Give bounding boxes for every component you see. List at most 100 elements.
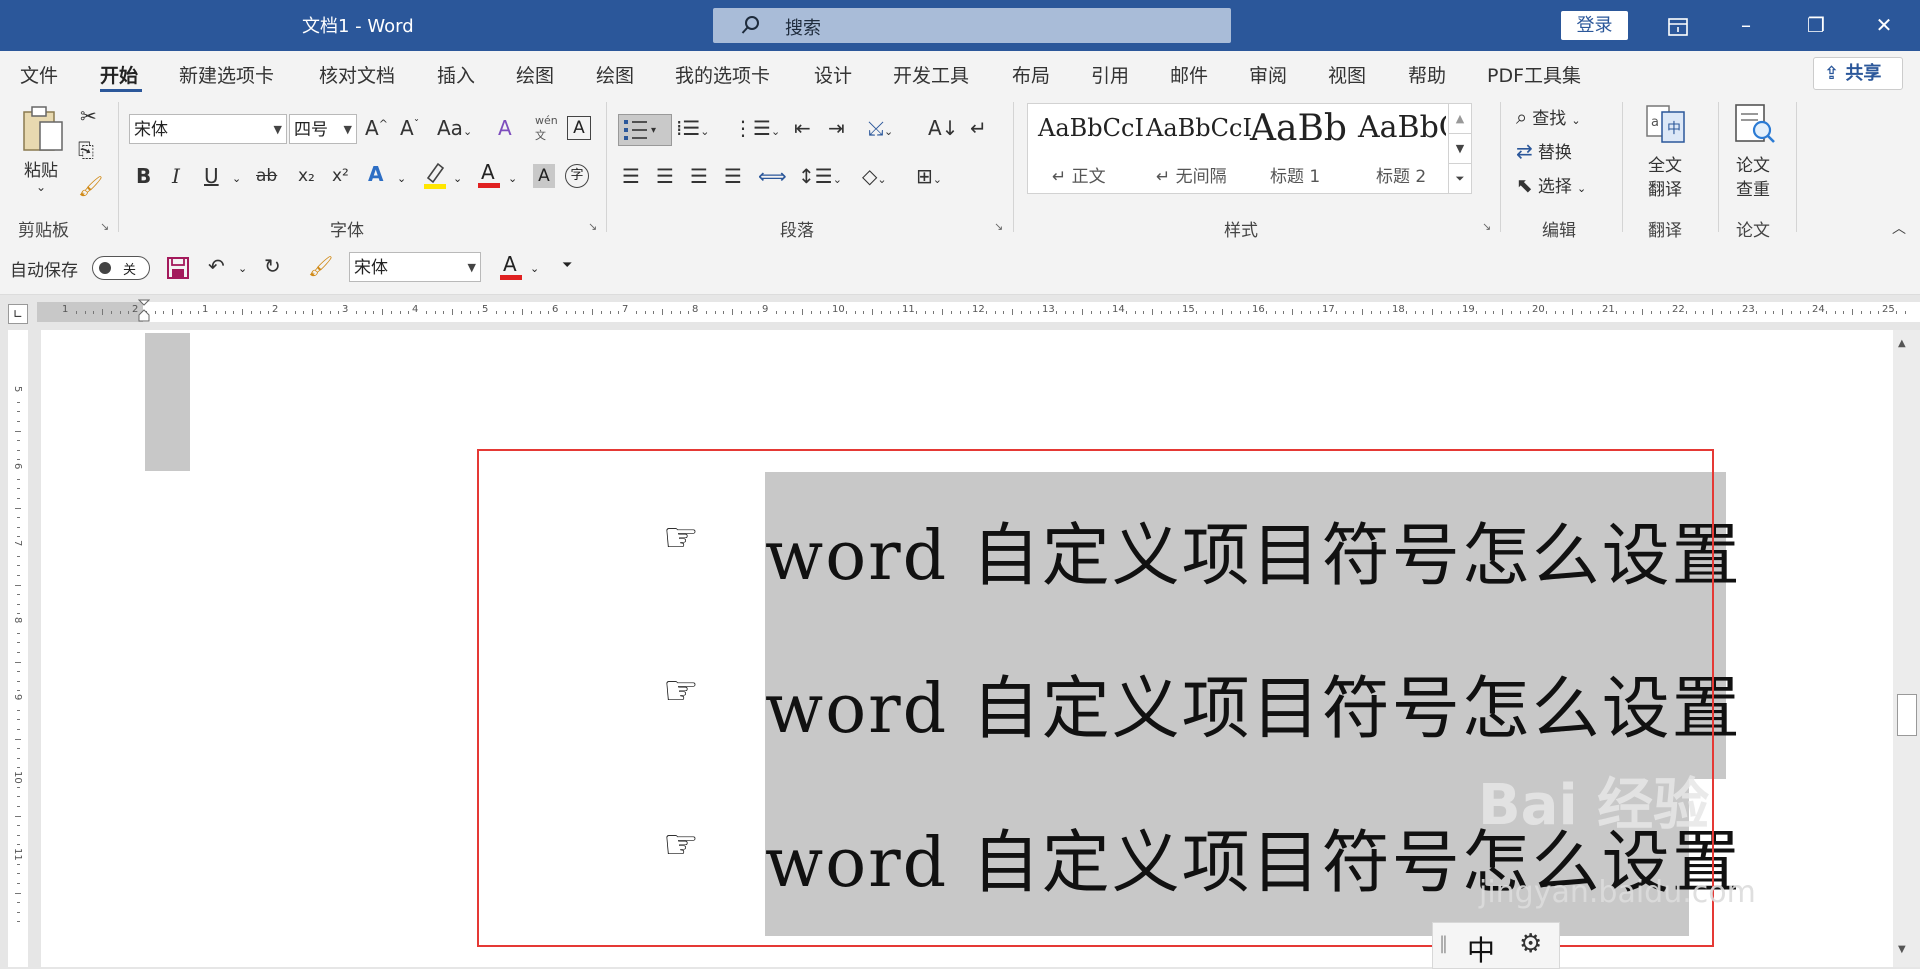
distributed-icon[interactable]: ⟺: [758, 164, 787, 188]
style-no-spacing[interactable]: AaBbCcI ↵ 无间隔: [1136, 104, 1252, 193]
search-box[interactable]: 搜索: [713, 8, 1231, 43]
character-shading-icon[interactable]: A: [533, 164, 555, 188]
style-normal[interactable]: AaBbCcI ↵ 正文: [1028, 104, 1144, 193]
qat-font-combo[interactable]: 宋体 ▼: [349, 252, 481, 282]
line-spacing-icon[interactable]: ↕☰⌄: [798, 164, 842, 188]
scroll-up-icon[interactable]: ▲: [1898, 338, 1906, 349]
save-icon[interactable]: [166, 256, 190, 280]
justify-icon[interactable]: ☰: [724, 164, 742, 188]
highlight-icon[interactable]: [422, 160, 448, 190]
style-heading-2[interactable]: AaBbC 标题 2: [1352, 104, 1446, 193]
align-right-icon[interactable]: ☰: [690, 164, 708, 188]
horizontal-ruler[interactable]: ∟ 1 2 1 2 3 4 5 6 7 8 9 10 11 12 13 14 15 16 17 18 19 20 21 22 2…: [0, 295, 1920, 330]
paste-button[interactable]: 粘贴: [24, 156, 58, 181]
format-painter-icon[interactable]: 🖌: [78, 174, 103, 198]
chevron-down-icon[interactable]: ⌄: [397, 172, 406, 185]
ribbon-display-options-icon[interactable]: [1648, 0, 1708, 51]
superscript-button[interactable]: x²: [332, 166, 349, 186]
copy-icon[interactable]: ⎘: [78, 138, 94, 162]
grow-font-icon[interactable]: A^: [365, 116, 388, 140]
paper-check-icon[interactable]: [1732, 102, 1778, 150]
tab-draw-2[interactable]: 绘图: [596, 61, 634, 88]
tab-mailings[interactable]: 邮件: [1170, 61, 1208, 88]
clear-formatting-icon[interactable]: A: [498, 116, 512, 140]
tab-design[interactable]: 设计: [814, 61, 852, 88]
font-size-combo[interactable]: 四号 ▼: [289, 114, 357, 144]
chevron-up-icon[interactable]: ▲: [1449, 104, 1471, 133]
cut-icon[interactable]: ✂: [80, 104, 97, 128]
align-left-icon[interactable]: ☰: [622, 164, 640, 188]
chevron-down-icon[interactable]: ⌄: [530, 262, 539, 275]
chevron-down-icon[interactable]: ⌄: [238, 262, 247, 275]
redo-icon[interactable]: ↻: [264, 254, 281, 278]
tab-review[interactable]: 审阅: [1249, 61, 1287, 88]
tab-file[interactable]: 文件: [20, 61, 58, 88]
text-effects-icon[interactable]: A: [368, 162, 383, 186]
drag-handle-icon[interactable]: ‖: [1439, 933, 1448, 954]
scroll-thumb[interactable]: [1897, 694, 1917, 736]
numbering-icon[interactable]: ⁞☰⌄: [676, 116, 710, 140]
font-color-icon[interactable]: A: [498, 252, 524, 282]
bold-button[interactable]: B: [136, 164, 151, 188]
find-button[interactable]: ⌕ 查找 ⌄: [1516, 104, 1581, 129]
paste-dropdown-icon[interactable]: ⌄: [36, 180, 46, 194]
collapse-ribbon-icon[interactable]: ︿: [1892, 218, 1906, 238]
paste-icon[interactable]: [20, 104, 70, 154]
increase-indent-icon[interactable]: ⇥: [828, 116, 845, 140]
format-painter-icon[interactable]: 🖌: [308, 254, 333, 278]
replace-button[interactable]: ⇄ 替换: [1516, 138, 1572, 163]
document-page[interactable]: ☞ word 自定义项目符号怎么设置 ☞ word 自定义项目符号怎么设置 ☞ …: [41, 330, 1893, 967]
tab-view[interactable]: 视图: [1328, 61, 1366, 88]
login-button[interactable]: 登录: [1561, 11, 1628, 40]
chevron-down-icon[interactable]: ⌄: [508, 172, 517, 185]
change-case-icon[interactable]: Aa⌄: [437, 116, 472, 140]
select-button[interactable]: ⬉ 选择 ⌄: [1516, 172, 1586, 197]
paper-check-button[interactable]: 论文 查重: [1736, 154, 1770, 202]
more-styles-icon[interactable]: ⏷: [1449, 163, 1471, 193]
tab-my-tab[interactable]: 我的选项卡: [675, 61, 770, 88]
dialog-launcher-icon[interactable]: ↘: [100, 220, 109, 233]
decrease-indent-icon[interactable]: ⇤: [794, 116, 811, 140]
dialog-launcher-icon[interactable]: ↘: [588, 220, 597, 233]
tab-selector-icon[interactable]: ∟: [8, 304, 28, 324]
tab-layout[interactable]: 布局: [1012, 61, 1050, 88]
ime-toolbar[interactable]: ‖ 中 ⚙: [1432, 922, 1560, 969]
subscript-button[interactable]: x₂: [298, 166, 315, 186]
translate-icon[interactable]: 中a: [1644, 102, 1688, 150]
show-paragraph-marks-icon[interactable]: ↵: [970, 116, 987, 140]
tab-new-tab[interactable]: 新建选项卡: [179, 61, 274, 88]
indent-marker-icon[interactable]: [137, 299, 151, 322]
dialog-launcher-icon[interactable]: ↘: [1482, 220, 1491, 233]
tab-pdf-tools[interactable]: PDF工具集: [1487, 61, 1581, 88]
shrink-font-icon[interactable]: Aˇ: [400, 116, 419, 140]
font-name-combo[interactable]: 宋体 ▼: [129, 114, 287, 144]
character-border-icon[interactable]: A: [567, 116, 591, 140]
ime-mode[interactable]: 中: [1467, 929, 1495, 969]
autosave-toggle[interactable]: 关: [92, 256, 150, 280]
close-button[interactable]: ✕: [1854, 0, 1914, 51]
align-center-icon[interactable]: ☰: [656, 164, 674, 188]
share-button[interactable]: ⇪ 共享: [1813, 57, 1903, 90]
bullets-button[interactable]: ▾: [618, 114, 672, 146]
vertical-scrollbar[interactable]: ▲ ▼: [1893, 330, 1920, 967]
enclose-characters-icon[interactable]: 字: [565, 164, 589, 188]
chevron-down-icon[interactable]: ⌄: [232, 172, 241, 185]
scroll-down-icon[interactable]: ▼: [1898, 944, 1906, 955]
sort-icon[interactable]: A↓: [928, 116, 958, 140]
shading-icon[interactable]: ◇⌄: [862, 164, 887, 188]
full-text-translate-button[interactable]: 全文 翻译: [1648, 154, 1682, 202]
chinese-layout-icon[interactable]: ⤩⌄: [868, 116, 893, 140]
tab-references[interactable]: 引用: [1091, 61, 1129, 88]
dialog-launcher-icon[interactable]: ↘: [994, 220, 1003, 233]
strikethrough-button[interactable]: ab: [256, 166, 277, 186]
chevron-down-icon[interactable]: ⌄: [453, 172, 462, 185]
tab-developer[interactable]: 开发工具: [893, 61, 969, 88]
styles-scroll[interactable]: ▲ ▼ ⏷: [1448, 104, 1471, 193]
gear-icon[interactable]: ⚙: [1519, 929, 1542, 959]
restore-button[interactable]: ❐: [1786, 0, 1846, 51]
italic-button[interactable]: I: [172, 164, 180, 188]
tab-home[interactable]: 开始: [100, 61, 138, 88]
style-heading-1[interactable]: AaBb 标题 1: [1244, 104, 1352, 193]
phonetic-guide-icon[interactable]: wén 文: [535, 114, 558, 143]
tab-insert[interactable]: 插入: [437, 61, 475, 88]
